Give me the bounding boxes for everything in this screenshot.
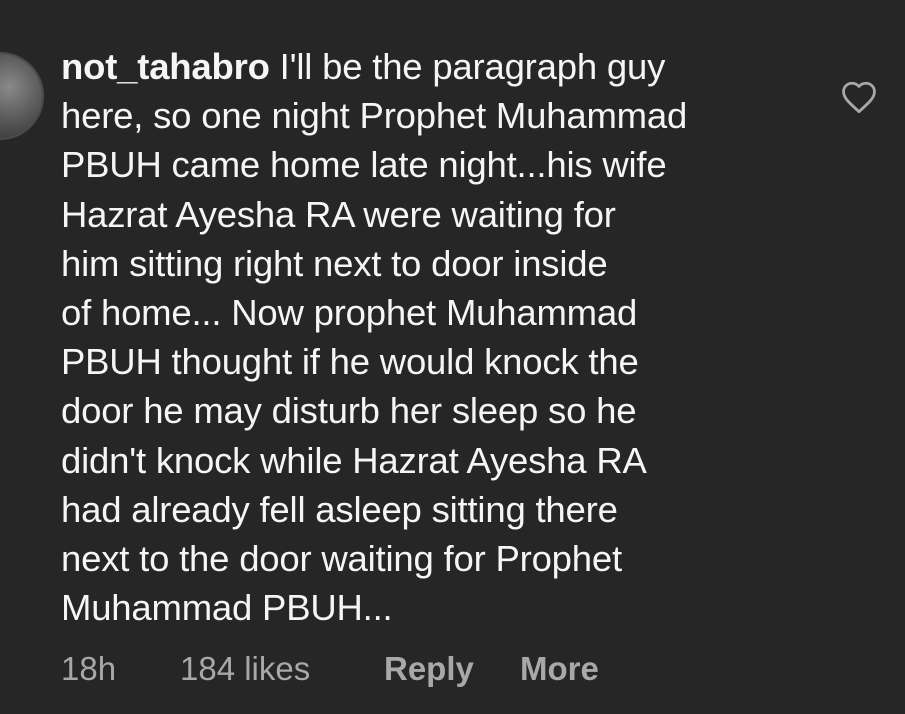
comment-text-line: I'll be the paragraph guy [269,46,666,87]
comment-text-line: Hazrat Ayesha RA were waiting for [61,193,616,235]
comment-text-line: here, so one night Prophet Muhammad [61,95,688,137]
comment-text-line: of home... Now prophet Muhammad [61,292,638,334]
comment-text-line: door he may disturb her sleep so he [61,390,637,432]
avatar[interactable] [0,52,44,140]
comment-line-1: not_tahabro I'll be the paragraph guy [61,42,801,91]
likes-count[interactable]: 184 likes [180,648,310,690]
comment-text-line: PBUH came home late night...his wife [61,144,667,186]
reply-button[interactable]: Reply [384,648,474,690]
comment-text-line: Muhammad PBUH... [61,587,393,629]
comment-text-line: PBUH thought if he would knock the [61,341,639,383]
comment-timestamp: 18h [61,650,117,687]
comment-text-line: didn't knock while Hazrat Ayesha RA [61,439,647,481]
comment-text-line: next to the door waiting for Prophet [61,538,622,580]
comment-username[interactable]: not_tahabro [61,46,270,87]
more-button[interactable]: More [520,648,599,690]
comment-body: not_tahabro I'll be the paragraph guy he… [61,42,801,632]
heart-icon[interactable] [840,80,878,114]
comment-text-line: him sitting right next to door inside [61,242,608,284]
comment-text-line: had already fell asleep sitting there [61,488,618,530]
